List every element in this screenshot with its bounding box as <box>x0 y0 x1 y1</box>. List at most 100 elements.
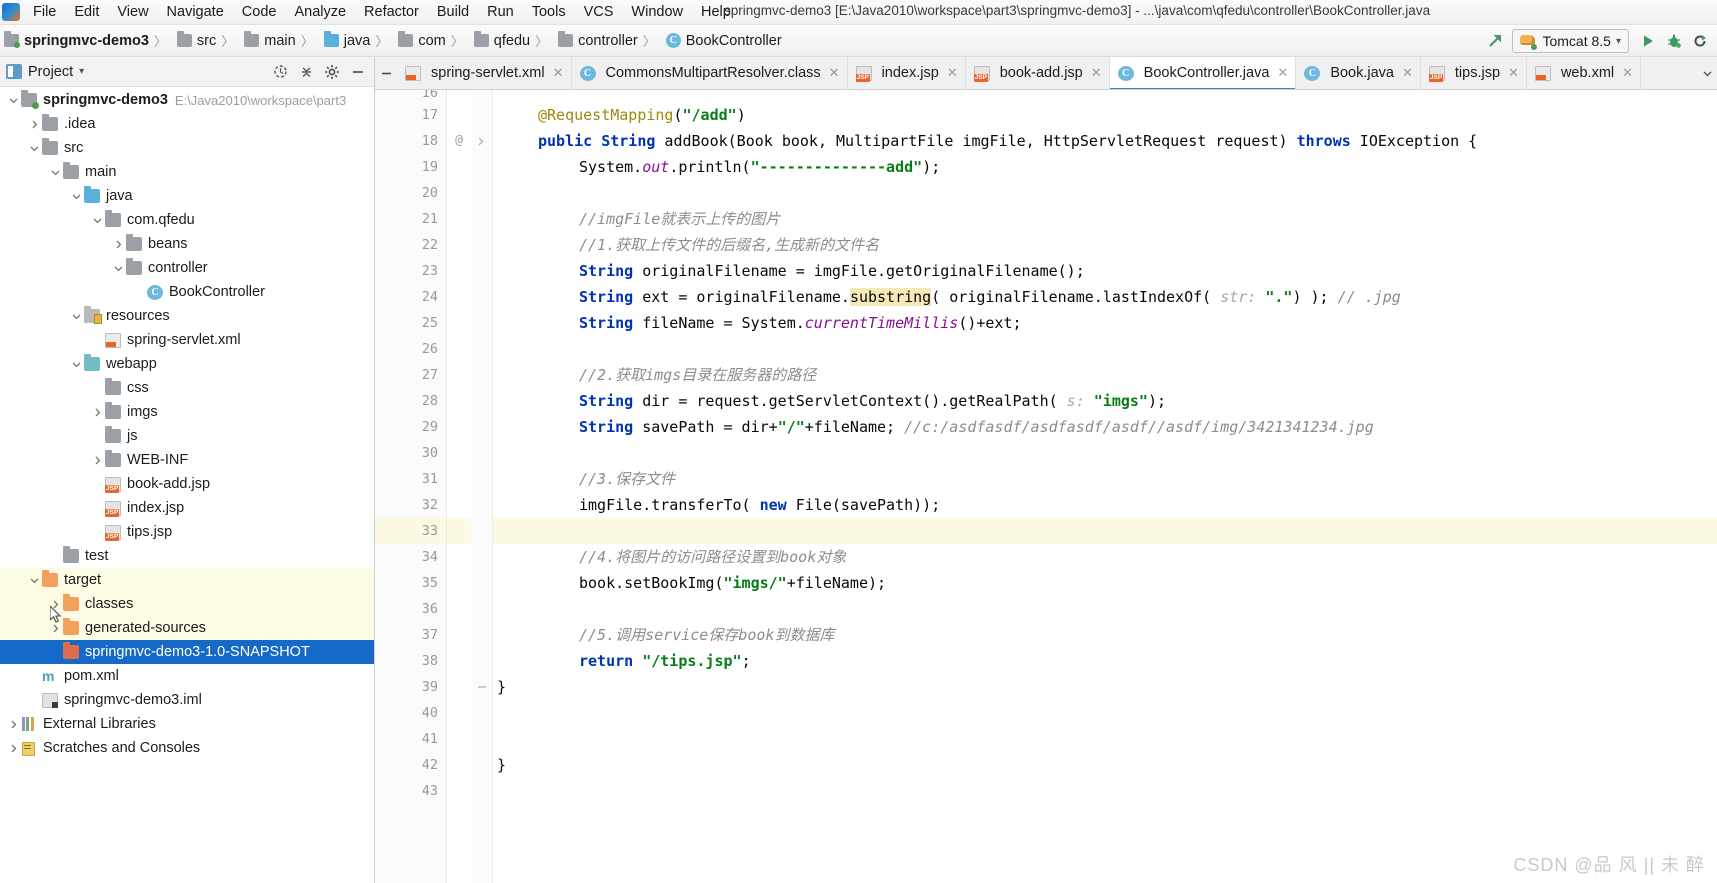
editor-tab-tips-jsp[interactable]: tips.jsp✕ <box>1421 57 1527 89</box>
line-number[interactable]: 22 <box>375 232 446 258</box>
line-number[interactable]: 29 <box>375 414 446 440</box>
code-line[interactable]: //1.获取上传文件的后缀名,生成新的文件名 <box>493 232 1717 258</box>
close-icon[interactable]: ✕ <box>1088 65 1102 81</box>
editor-tab-commonsmultipartresolver-class[interactable]: C CommonsMultipartResolver.class ✕ <box>572 57 848 89</box>
tree-node-scratches-and-consoles[interactable]: Scratches and Consoles <box>0 736 374 760</box>
tree-node-webapp[interactable]: webapp <box>0 352 374 376</box>
close-icon[interactable]: ✕ <box>1619 65 1633 81</box>
code-line[interactable] <box>493 700 1717 726</box>
menu-analyze[interactable]: Analyze <box>285 2 355 22</box>
code-line[interactable] <box>493 440 1717 466</box>
code-line[interactable]: book.setBookImg("imgs/"+fileName); <box>493 570 1717 596</box>
tree-node-book-add-jsp[interactable]: book-add.jsp <box>0 472 374 496</box>
code-line[interactable]: System.out.println("--------------add"); <box>493 154 1717 180</box>
line-number[interactable]: 17 <box>375 102 446 128</box>
tree-node-tips-jsp[interactable]: tips.jsp <box>0 520 374 544</box>
tree-node-target[interactable]: target <box>0 568 374 592</box>
breadcrumb-item-main[interactable]: main 〉 <box>240 25 319 57</box>
menu-navigate[interactable]: Navigate <box>158 2 233 22</box>
menu-view[interactable]: View <box>108 2 157 22</box>
chevron-right-icon[interactable] <box>27 120 42 129</box>
tree-node-pom-xml[interactable]: m pom.xml <box>0 664 374 688</box>
line-number[interactable]: 40 <box>375 700 446 726</box>
code-line[interactable]: String dir = request.getServletContext()… <box>493 388 1717 414</box>
code-line[interactable]: public String addBook(Book book, Multipa… <box>493 128 1717 154</box>
project-tree[interactable]: springmvc-demo3 E:\Java2010\workspace\par… <box>0 87 374 883</box>
code-line[interactable]: String ext = originalFilename.substring(… <box>493 284 1717 310</box>
line-number[interactable]: 28 <box>375 388 446 414</box>
chevron-down-icon[interactable] <box>27 576 42 585</box>
code-line[interactable]: //5.调用service保存book到数据库 <box>493 622 1717 648</box>
breadcrumb-item-com[interactable]: com 〉 <box>394 25 469 57</box>
breadcrumb-item-java[interactable]: java 〉 <box>320 25 395 57</box>
breadcrumb-item-project[interactable]: springmvc-demo3 〉 <box>0 25 173 57</box>
chevron-down-icon[interactable] <box>27 144 42 153</box>
tree-node-generated-sources[interactable]: generated-sources <box>0 616 374 640</box>
chevron-right-icon[interactable] <box>6 744 21 753</box>
tree-node-index-jsp[interactable]: index.jsp <box>0 496 374 520</box>
code-line[interactable] <box>493 726 1717 752</box>
tree-node-java[interactable]: java <box>0 184 374 208</box>
tree-node-springmvc-demo3[interactable]: springmvc-demo3 E:\Java2010\workspace\par… <box>0 88 374 112</box>
chevron-down-icon[interactable] <box>69 360 84 369</box>
line-number[interactable]: 31 <box>375 466 446 492</box>
line-number[interactable]: 37 <box>375 622 446 648</box>
chevron-right-icon[interactable] <box>48 624 63 633</box>
tree-node-idea[interactable]: .idea <box>0 112 374 136</box>
line-number[interactable]: 33 <box>375 518 446 544</box>
menu-run[interactable]: Run <box>478 2 523 22</box>
code-line[interactable] <box>493 778 1717 804</box>
tree-node-imgs[interactable]: imgs <box>0 400 374 424</box>
line-number[interactable]: 27 <box>375 362 446 388</box>
line-number[interactable]: 34 <box>375 544 446 570</box>
tabs-collapse-icon[interactable] <box>375 57 397 89</box>
close-icon[interactable]: ✕ <box>1399 65 1413 81</box>
editor-tab-book-add-jsp[interactable]: book-add.jsp ✕ <box>966 57 1110 89</box>
menu-refactor[interactable]: Refactor <box>355 2 428 22</box>
code-line[interactable]: String originalFilename = imgFile.getOri… <box>493 258 1717 284</box>
chevron-right-icon[interactable] <box>48 600 63 609</box>
chevron-right-icon[interactable] <box>6 720 21 729</box>
tree-node-css[interactable]: css <box>0 376 374 400</box>
close-icon[interactable]: ✕ <box>826 65 840 81</box>
breadcrumb-item-bookcontroller[interactable]: C BookController <box>662 25 789 57</box>
line-number[interactable]: 19 <box>375 154 446 180</box>
editor-tab-spring-servlet-xml[interactable]: spring-servlet.xml ✕ <box>397 57 572 89</box>
tree-node-js[interactable]: js <box>0 424 374 448</box>
menu-vcs[interactable]: VCS <box>575 2 623 22</box>
chevron-down-icon[interactable] <box>90 216 105 225</box>
debug-icon[interactable] <box>1661 28 1687 54</box>
menu-window[interactable]: Window <box>622 2 692 22</box>
code-content[interactable]: @RequestMapping("/add") public String add… <box>493 90 1717 883</box>
tree-node-controller[interactable]: controller <box>0 256 374 280</box>
menu-code[interactable]: Code <box>233 2 286 22</box>
fold-marker[interactable] <box>471 128 492 154</box>
tree-node-external-libraries[interactable]: External Libraries <box>0 712 374 736</box>
line-number[interactable]: 36 <box>375 596 446 622</box>
close-icon[interactable]: ✕ <box>1505 65 1519 81</box>
chevron-down-icon[interactable] <box>69 192 84 201</box>
build-hammer-icon[interactable] <box>1482 28 1508 54</box>
annotation-marker[interactable]: @ <box>447 128 471 154</box>
chevron-down-icon[interactable] <box>48 168 63 177</box>
tabs-overflow-icon[interactable] <box>1697 57 1717 89</box>
editor-tab-bookcontroller-java[interactable]: C BookController.java ✕ <box>1109 57 1297 89</box>
code-line[interactable] <box>493 336 1717 362</box>
fold-marker[interactable] <box>471 674 492 700</box>
code-line[interactable]: String savePath = dir+"/"+fileName; //c:… <box>493 414 1717 440</box>
menu-file[interactable]: File <box>24 2 65 22</box>
line-number[interactable]: 42 <box>375 752 446 778</box>
breadcrumb-item-controller[interactable]: controller 〉 <box>554 25 662 57</box>
editor-tab-book-java[interactable]: C Book.java ✕ <box>1296 57 1421 89</box>
expand-collapse-icon[interactable] <box>294 60 318 84</box>
line-number[interactable]: 39 <box>375 674 446 700</box>
run-icon[interactable] <box>1635 28 1661 54</box>
code-line[interactable]: //3.保存文件 <box>493 466 1717 492</box>
line-number[interactable]: 30 <box>375 440 446 466</box>
editor-tab-web-xml[interactable]: web.xml ✕ <box>1527 57 1642 89</box>
code-line[interactable] <box>493 180 1717 206</box>
line-number[interactable]: 24 <box>375 284 446 310</box>
hide-panel-icon[interactable] <box>346 60 370 84</box>
code-line[interactable]: @RequestMapping("/add") <box>493 102 1717 128</box>
chevron-down-icon[interactable] <box>69 312 84 321</box>
